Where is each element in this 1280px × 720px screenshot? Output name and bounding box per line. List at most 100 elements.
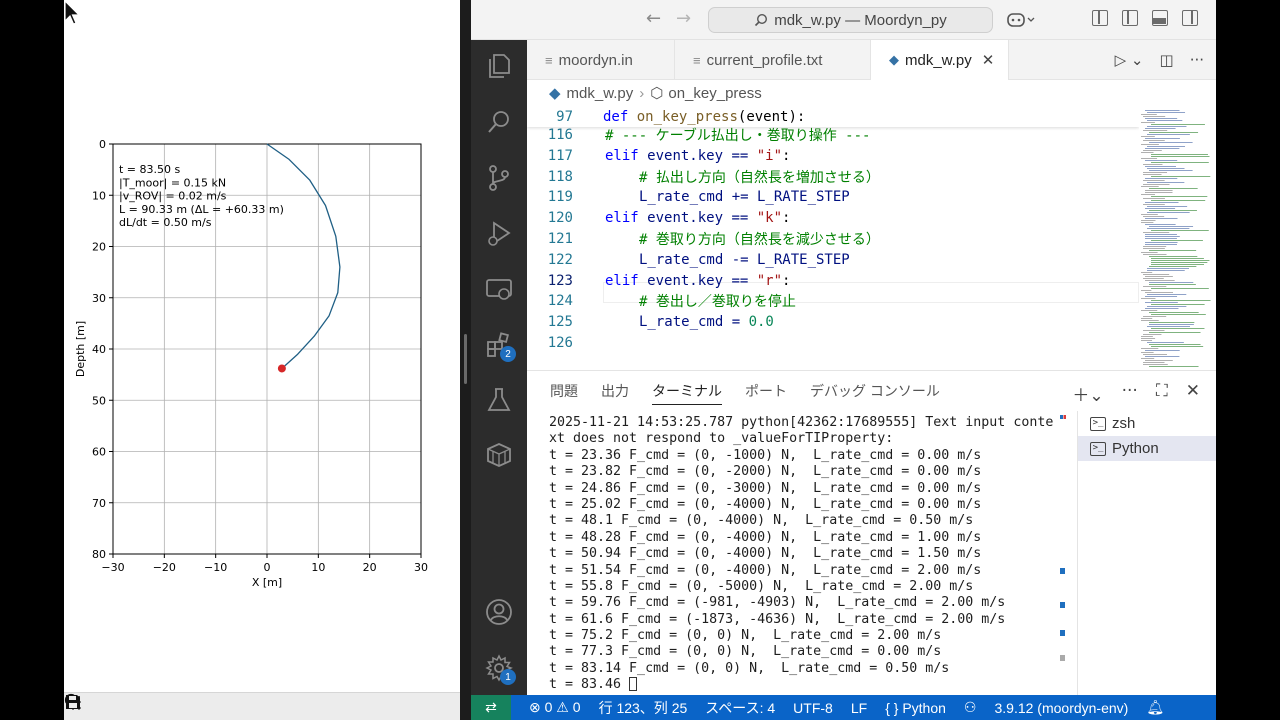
cable-line	[266, 143, 341, 369]
sticky-scroll-line[interactable]: 97 def on_key_press(event):	[527, 106, 1139, 127]
x-tick-label: −20	[153, 561, 176, 574]
y-tick-label: 10	[92, 189, 106, 202]
terminal-item-zsh[interactable]: >_ zsh	[1078, 411, 1216, 436]
search-view-icon[interactable]	[485, 108, 513, 136]
toggle-panel-icon[interactable]	[1152, 10, 1168, 26]
toggle-sidebar-icon[interactable]	[1122, 10, 1138, 26]
encoding[interactable]: UTF-8	[793, 700, 833, 716]
info-reel-rate: dL/dt = 0.50 m/s	[119, 216, 212, 229]
code-line[interactable]: 121 # 巻取り方向（自然長を減少させる）	[527, 229, 1139, 250]
explorer-icon[interactable]	[485, 52, 513, 80]
tab-ports[interactable]: ポート	[745, 371, 787, 411]
remote-indicator-icon[interactable]: ⇄	[471, 695, 511, 720]
code-line[interactable]: 123 elif event.key == "r":	[527, 271, 1139, 292]
y-tick-label: 0	[99, 138, 106, 151]
code-line[interactable]: 125 L_rate_cmd = 0.0	[527, 312, 1139, 333]
code-line[interactable]: 119 L_rate_cmd += L_RATE_STEP	[527, 187, 1139, 208]
tab-moordyn-in[interactable]: ≡ moordyn.in	[527, 40, 675, 80]
more-actions-icon[interactable]: ···	[1122, 381, 1138, 406]
tab-terminal[interactable]: ターミナル	[652, 371, 722, 411]
testing-icon[interactable]	[485, 386, 513, 414]
rov-point	[277, 364, 286, 373]
forward-icon[interactable]	[66, 694, 144, 720]
tab-current-profile[interactable]: ≡ current_profile.txt	[675, 40, 871, 80]
panel-actions: ＋⌄ ··· ⛶ ✕	[1072, 381, 1200, 406]
save-icon[interactable]	[66, 694, 248, 720]
tab-debug-console[interactable]: デバッグ コンソール	[810, 371, 940, 411]
nav-back-icon[interactable]: ←	[646, 8, 661, 29]
terminal-overview-ruler[interactable]	[1060, 415, 1066, 695]
configure-icon[interactable]	[66, 694, 222, 720]
pan-icon[interactable]	[65, 694, 170, 720]
depth-plot[interactable]: −30 −20 −10 0 10 20 30 0 10 20 30 40 50 60 70 80 X [m] De…	[64, 0, 460, 692]
command-center[interactable]: mdk_w.py — Moordyn_py	[708, 7, 993, 33]
split-editor-icon[interactable]: ◫	[1160, 51, 1174, 69]
window-divider[interactable]	[460, 0, 471, 720]
container-icon[interactable]	[485, 440, 513, 468]
tab-output[interactable]: 出力	[601, 371, 629, 411]
remote-explorer-icon[interactable]	[485, 276, 513, 304]
code-line[interactable]: 120 elif event.key == "k":	[527, 208, 1139, 229]
customize-layout-icon[interactable]	[1092, 10, 1108, 26]
terminal-line: 2025-11-21 14:53:25.787 python[42362:176…	[549, 415, 1054, 430]
notifications-bell-icon[interactable]: 🔔︎	[1146, 699, 1164, 716]
info-cable-length: L = 90.33 m (ΔL = +60.33 m)	[119, 203, 284, 216]
terminal-item-python[interactable]: >_ Python	[1078, 436, 1216, 461]
more-actions-icon[interactable]: ···	[1190, 51, 1204, 69]
breadcrumb-symbol[interactable]: on_key_press	[668, 85, 761, 102]
cursor-position[interactable]: 行 123、列 25	[599, 698, 688, 718]
tab-problems[interactable]: 問題	[550, 371, 578, 411]
code-line[interactable]: 116 # --- ケーブル払出し・巻取り操作 ---	[527, 125, 1139, 146]
tab-close-icon[interactable]: ✕	[982, 51, 995, 69]
end-of-line[interactable]: LF	[851, 700, 867, 716]
back-icon[interactable]	[66, 694, 118, 720]
run-python-file-icon[interactable]: ▷ ⌄	[1115, 51, 1144, 69]
activity-bar: 2 1	[471, 40, 527, 695]
terminal-line: t = 48.1 F_cmd = (0, -4000) N, L_rate_cm…	[549, 513, 974, 529]
terminal-line: t = 51.54 F_cmd = (0, -4000) N, L_rate_c…	[549, 562, 982, 578]
code-line[interactable]: 124 # 巻出し／巻取りを停止	[527, 291, 1139, 312]
window-title: mdk_w.py — Moordyn_py	[774, 11, 947, 29]
status-bar: ⇄ ⊗ 0 ⚠ 0 行 123、列 25 スペース: 4 UTF-8 LF { …	[471, 695, 1216, 720]
run-debug-icon[interactable]	[485, 220, 513, 248]
language-mode[interactable]: { } Python	[885, 700, 946, 716]
copilot-status-icon[interactable]: ⚇	[964, 699, 977, 716]
minimap[interactable]	[1139, 106, 1216, 370]
accounts-icon[interactable]	[485, 598, 513, 626]
terminal-line: t = 23.82 F_cmd = (0, -2000) N, L_rate_c…	[549, 464, 982, 480]
terminal-icon: >_	[1090, 416, 1106, 431]
file-lines-icon: ≡	[693, 52, 701, 68]
python-file-icon: ◆	[549, 85, 561, 102]
x-tick-label: 10	[311, 561, 325, 574]
maximize-panel-icon[interactable]: ⛶	[1156, 381, 1168, 406]
terminal-line: t = 50.94 F_cmd = (0, -4000) N, L_rate_c…	[549, 546, 982, 562]
indentation[interactable]: スペース: 4	[705, 698, 775, 718]
method-cube-icon: ⬡	[650, 85, 664, 102]
vscode-window: ← → mdk_w.py — Moordyn_py 2 1 ≡ moordyn.…	[471, 0, 1216, 720]
nav-forward-icon[interactable]: →	[676, 8, 691, 29]
source-control-icon[interactable]	[485, 164, 513, 192]
terminal-prompt-line[interactable]: t = 83.46	[549, 677, 1064, 693]
code-line[interactable]: 126	[527, 333, 1139, 354]
x-tick-label: −30	[101, 561, 124, 574]
tab-mdk-w-py[interactable]: ◆ mdk_w.py ✕	[871, 40, 1009, 80]
python-interpreter[interactable]: 3.9.12 (moordyn-env)	[994, 700, 1128, 716]
code-line[interactable]: 117 elif event.key == "i":	[527, 146, 1139, 167]
code-line[interactable]: 118 # 払出し方向（自然長を増加させる）	[527, 167, 1139, 188]
problems-status[interactable]: ⊗ 0 ⚠ 0	[529, 699, 581, 716]
y-tick-label: 70	[92, 497, 106, 510]
screen: −30 −20 −10 0 10 20 30 0 10 20 30 40 50 60 70 80 X [m] De…	[0, 0, 1280, 720]
toggle-secondary-sidebar-icon[interactable]	[1182, 10, 1198, 26]
zoom-icon[interactable]	[64, 693, 196, 720]
chevron-right-icon: ›	[639, 84, 645, 102]
breadcrumb-file[interactable]: mdk_w.py	[567, 85, 634, 102]
copilot-icon[interactable]	[1007, 11, 1037, 29]
y-tick-label: 60	[92, 446, 106, 459]
y-tick-label: 20	[92, 241, 106, 254]
code-line[interactable]: 122 L_rate_cmd -= L_RATE_STEP	[527, 250, 1139, 271]
new-terminal-icon[interactable]: ＋⌄	[1072, 381, 1103, 406]
layout-controls	[1092, 10, 1212, 26]
terminal-output[interactable]: 2025-11-21 14:53:25.787 python[42362:176…	[549, 415, 1064, 695]
close-panel-icon[interactable]: ✕	[1186, 381, 1200, 406]
code-editor[interactable]: 97 def on_key_press(event): 116 # --- ケーブ…	[527, 106, 1139, 370]
